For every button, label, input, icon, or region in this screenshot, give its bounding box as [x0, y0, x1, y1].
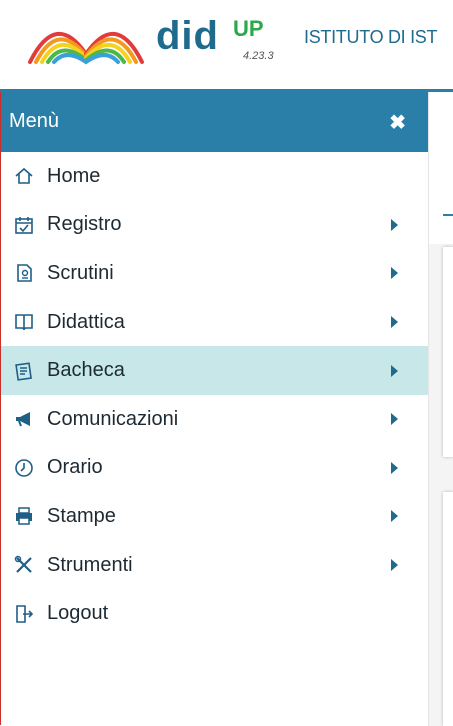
sidebar-item-label: Orario [47, 456, 103, 479]
clock-icon [11, 458, 37, 478]
brand-name: did [156, 14, 219, 58]
calendar-check-icon [11, 215, 37, 235]
sidebar-item-label: Scrutini [47, 261, 114, 284]
sidebar-item-label: Comunicazioni [47, 407, 179, 430]
chevron-right-icon [391, 413, 398, 426]
school-name: ISTITUTO DI IST [304, 27, 438, 47]
sidebar-item-didattica[interactable]: Didattica [1, 298, 428, 347]
sidebar-item-bacheca[interactable]: Bacheca [1, 346, 428, 395]
chevron-right-icon [391, 510, 398, 523]
main-content-area [429, 92, 453, 726]
chevron-right-icon [391, 316, 398, 329]
menu-title: Menù [9, 110, 60, 132]
content-top [429, 92, 453, 244]
logout-icon [11, 604, 37, 624]
app-header: did UP 4.23.3 ISTITUTO DI IST [0, 0, 453, 92]
app-version: 4.23.3 [243, 50, 274, 62]
sidebar-item-label: Bacheca [47, 359, 125, 382]
sidebar-item-orario[interactable]: Orario [1, 444, 428, 493]
sidebar-item-logout[interactable]: Logout [1, 589, 428, 638]
content-card [443, 247, 453, 457]
chevron-right-icon [391, 559, 398, 572]
sidebar-item-label: Home [47, 164, 101, 187]
scrutini-icon [11, 263, 37, 283]
menu-list: Home Registro Scrutini Didattica Bacheca… [1, 152, 428, 638]
printer-icon [11, 506, 37, 526]
book-icon [11, 312, 37, 332]
home-icon [11, 166, 37, 186]
sidebar-item-registro[interactable]: Registro [1, 201, 428, 250]
sidebar-item-label: Strumenti [47, 553, 133, 576]
brand-sup: UP [233, 16, 264, 41]
rainbow-book-logo-icon [28, 32, 144, 65]
sidebar-menu: Menù ✖ Home Registro Scrutini Didattica … [1, 92, 429, 726]
sidebar-item-strumenti[interactable]: Strumenti [1, 541, 428, 590]
sidebar-item-label: Registro [47, 213, 122, 236]
megaphone-icon [11, 409, 37, 429]
sidebar-item-stampe[interactable]: Stampe [1, 492, 428, 541]
sidebar-item-scrutini[interactable]: Scrutini [1, 249, 428, 298]
chevron-right-icon [391, 218, 398, 231]
sidebar-item-comunicazioni[interactable]: Comunicazioni [1, 395, 428, 444]
chevron-right-icon [391, 461, 398, 474]
tools-icon [11, 555, 37, 575]
close-icon[interactable]: ✖ [389, 110, 406, 135]
menu-header: Menù ✖ [1, 92, 428, 152]
chevron-right-icon [391, 364, 398, 377]
sidebar-item-label: Didattica [47, 310, 125, 333]
sidebar-item-label: Logout [47, 602, 109, 625]
content-card [443, 492, 453, 726]
content-divider [443, 214, 453, 216]
chevron-right-icon [391, 267, 398, 280]
sidebar-item-label: Stampe [47, 504, 116, 527]
bulletin-icon [11, 361, 37, 381]
sidebar-item-home[interactable]: Home [1, 152, 428, 201]
